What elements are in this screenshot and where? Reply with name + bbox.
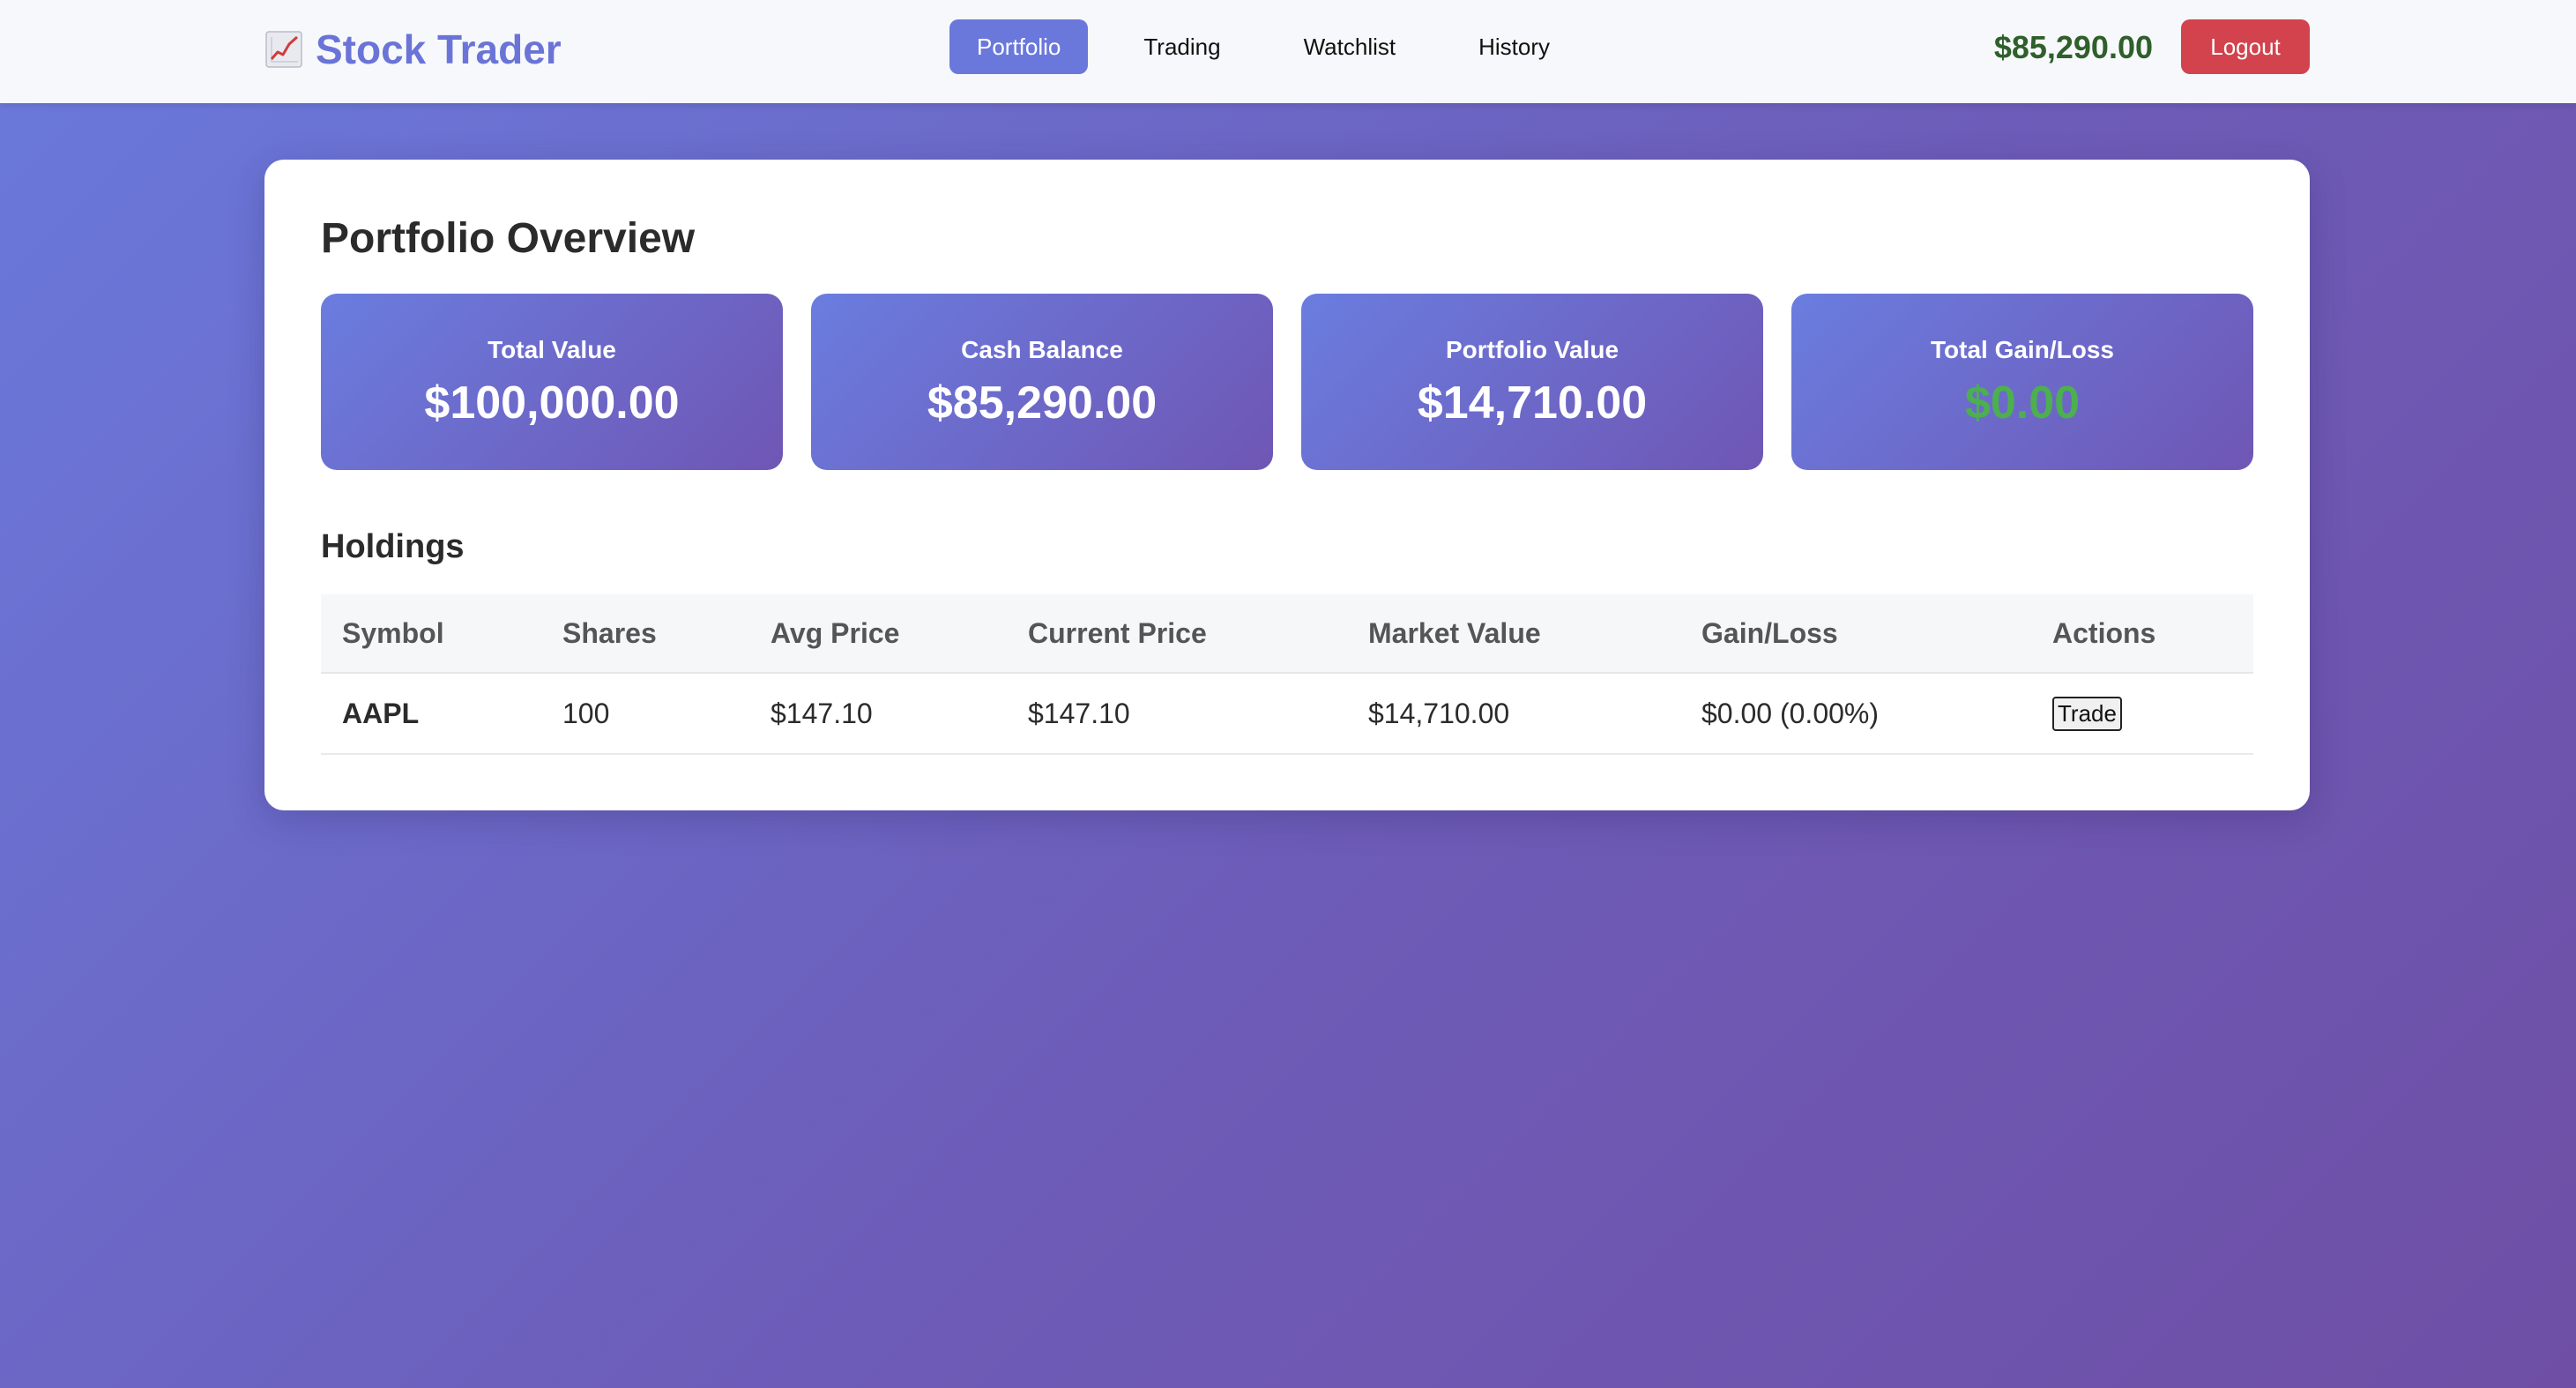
stat-value: $85,290.00 <box>927 377 1158 429</box>
stat-label: Cash Balance <box>961 336 1123 363</box>
trade-button[interactable]: Trade <box>2052 697 2122 731</box>
account-balance: $85,290.00 <box>1993 29 2153 65</box>
column-header-market-value: Market Value <box>1347 594 1680 674</box>
top-navbar: Stock Trader Portfolio Trading Watchlist… <box>0 0 2576 103</box>
brand-name: Stock Trader <box>316 26 562 72</box>
column-header-symbol: Symbol <box>321 594 541 674</box>
column-header-current-price: Current Price <box>1007 594 1347 674</box>
cell-gain-loss: $0.00 (0.00%) <box>1680 673 2031 755</box>
column-header-shares: Shares <box>541 594 749 674</box>
stat-card-portfolio-value: Portfolio Value $14,710.00 <box>1301 294 1763 470</box>
cell-actions: Trade <box>2031 673 2253 755</box>
stat-value: $14,710.00 <box>1417 377 1648 429</box>
stats-row: Total Value $100,000.00 Cash Balance $85… <box>321 294 2253 470</box>
holdings-title: Holdings <box>321 528 465 565</box>
brand-logo[interactable]: Stock Trader <box>264 23 562 76</box>
stat-label: Total Value <box>488 336 616 363</box>
stat-card-total-value: Total Value $100,000.00 <box>321 294 783 470</box>
stat-card-cash-balance: Cash Balance $85,290.00 <box>811 294 1273 470</box>
stat-value: $0.00 <box>1964 377 2081 429</box>
table-header-row: Symbol Shares Avg Price Current Price Ma… <box>321 594 2253 674</box>
cell-avg-price: $147.10 <box>749 673 1007 755</box>
chart-increasing-icon <box>264 30 303 69</box>
cell-symbol: AAPL <box>321 673 541 755</box>
logout-button[interactable]: Logout <box>2181 19 2310 74</box>
stat-card-total-gain-loss: Total Gain/Loss $0.00 <box>1791 294 2253 470</box>
cell-market-value: $14,710.00 <box>1347 673 1680 755</box>
nav-history[interactable]: History <box>1451 19 1577 74</box>
column-header-avg-price: Avg Price <box>749 594 1007 674</box>
column-header-actions: Actions <box>2031 594 2253 674</box>
cell-current-price: $147.10 <box>1007 673 1347 755</box>
stat-label: Portfolio Value <box>1445 336 1619 363</box>
portfolio-card: Portfolio Overview Total Value $100,000.… <box>264 160 2310 810</box>
stat-value: $100,000.00 <box>424 377 680 429</box>
nav-watchlist[interactable]: Watchlist <box>1277 19 1424 74</box>
table-row: AAPL 100 $147.10 $147.10 $14,710.00 $0.0… <box>321 673 2253 755</box>
holdings-table: Symbol Shares Avg Price Current Price Ma… <box>321 594 2253 755</box>
column-header-gain-loss: Gain/Loss <box>1680 594 2031 674</box>
main-nav: Portfolio Trading Watchlist History <box>949 19 1605 74</box>
nav-portfolio[interactable]: Portfolio <box>949 19 1089 74</box>
nav-trading[interactable]: Trading <box>1116 19 1247 74</box>
cell-shares: 100 <box>541 673 749 755</box>
page-title: Portfolio Overview <box>321 215 696 262</box>
stat-label: Total Gain/Loss <box>1931 336 2114 363</box>
